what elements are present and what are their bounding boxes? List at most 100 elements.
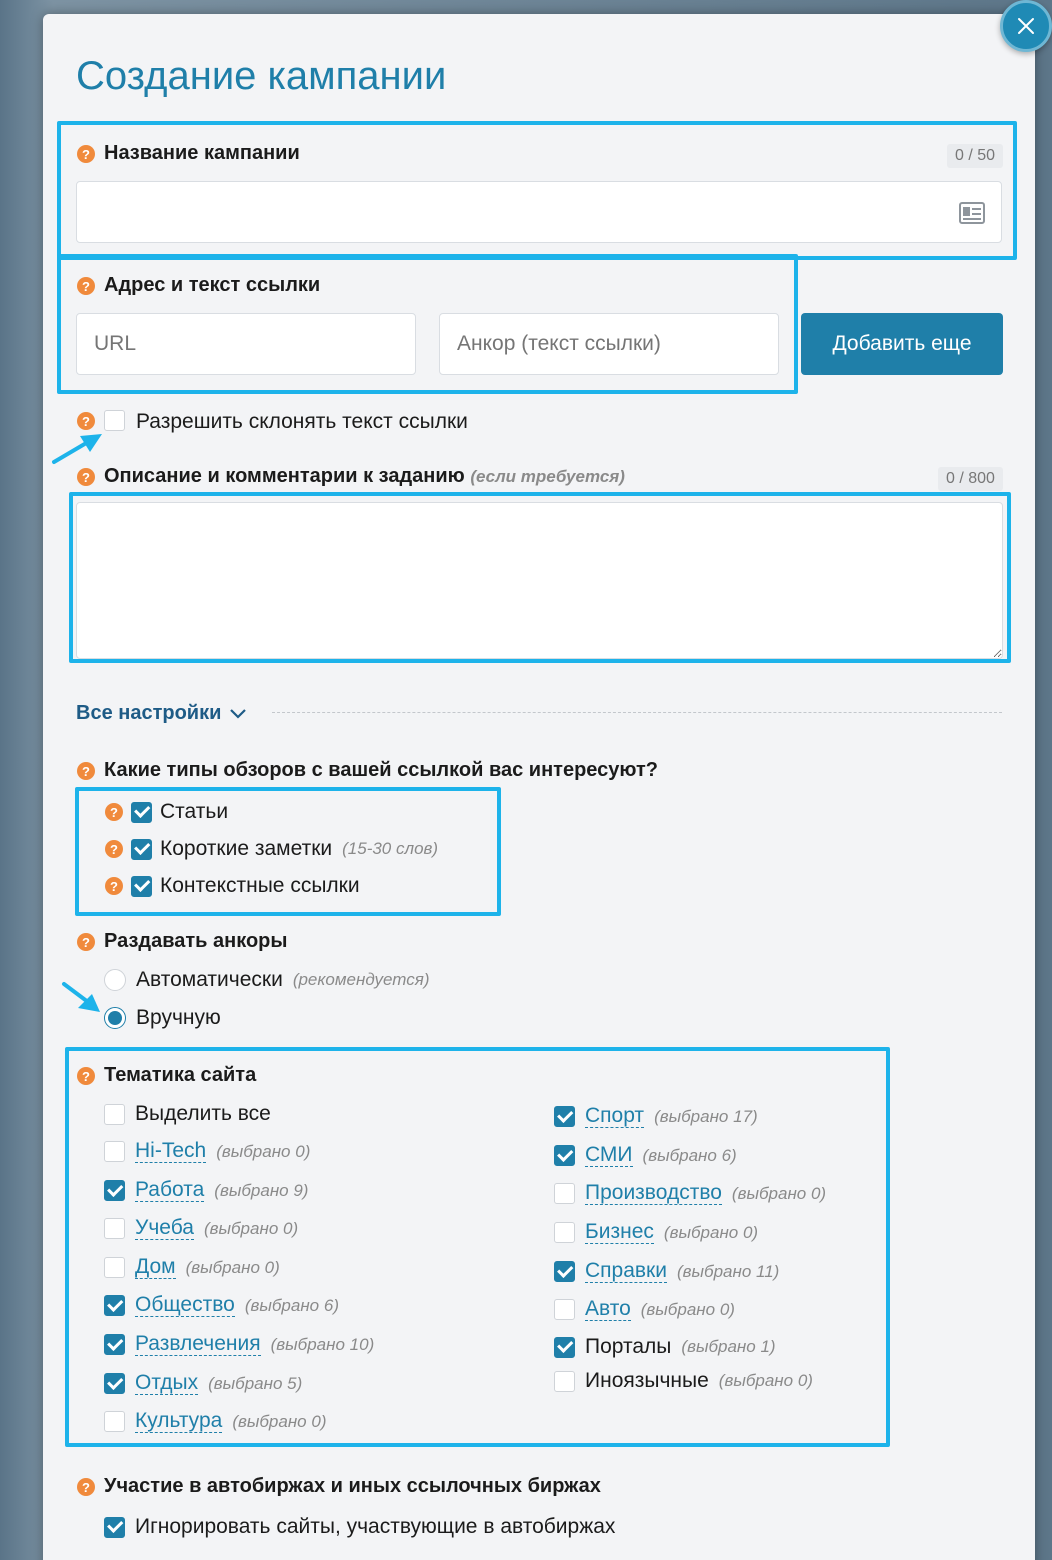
help-icon[interactable]: ? bbox=[77, 277, 95, 295]
topic-link[interactable]: Развлечения bbox=[135, 1332, 261, 1357]
help-icon[interactable]: ? bbox=[77, 412, 95, 430]
topic-checkbox[interactable] bbox=[104, 1411, 125, 1433]
anchors-label: Раздавать анкоры bbox=[104, 930, 288, 952]
topic-link[interactable]: Производство bbox=[585, 1181, 722, 1206]
topic-item[interactable]: Дом (выбрано 0) bbox=[104, 1255, 280, 1280]
topic-link[interactable]: Авто bbox=[585, 1297, 631, 1322]
description-hint: (если требуется) bbox=[470, 467, 625, 486]
campaign-name-input[interactable] bbox=[76, 181, 1002, 243]
topic-count: (выбрано 0) bbox=[731, 1183, 827, 1203]
anchor-option-auto[interactable]: Автоматически (рекомендуется) bbox=[104, 968, 430, 992]
topic-count: (выбрано 17) bbox=[654, 1106, 758, 1126]
help-icon[interactable]: ? bbox=[77, 468, 95, 486]
topic-checkbox[interactable] bbox=[104, 1373, 125, 1395]
topic-checkbox[interactable] bbox=[554, 1145, 575, 1167]
topic-count: (выбрано 11) bbox=[676, 1261, 780, 1281]
topic-link[interactable]: Культура bbox=[135, 1409, 223, 1434]
close-icon bbox=[1018, 18, 1034, 34]
topic-item[interactable]: Общество (выбрано 6) bbox=[104, 1293, 339, 1318]
anchor-option-note: (рекомендуется) bbox=[292, 970, 430, 989]
topic-count: (выбрано 0) bbox=[185, 1257, 280, 1277]
help-icon[interactable]: ? bbox=[77, 1067, 95, 1085]
url-input[interactable] bbox=[76, 313, 416, 375]
description-textarea[interactable] bbox=[76, 502, 1003, 659]
review-type-checkbox[interactable] bbox=[131, 875, 152, 897]
topic-link[interactable]: Справки bbox=[585, 1259, 667, 1284]
topic-checkbox[interactable] bbox=[554, 1299, 575, 1321]
topic-checkbox[interactable] bbox=[104, 1257, 125, 1279]
topic-link[interactable]: Бизнес bbox=[585, 1220, 654, 1245]
anchor-radio[interactable] bbox=[104, 1007, 126, 1029]
review-type-note: (15-30 слов) bbox=[342, 839, 439, 858]
topic-label: Порталы bbox=[585, 1335, 672, 1358]
topic-count: (выбрано 6) bbox=[642, 1145, 737, 1165]
topic-checkbox[interactable] bbox=[554, 1106, 575, 1128]
topic-item[interactable]: СМИ (выбрано 6) bbox=[554, 1143, 737, 1168]
topic-checkbox[interactable] bbox=[104, 1141, 125, 1163]
divider bbox=[272, 712, 1002, 713]
topic-item[interactable]: Культура (выбрано 0) bbox=[104, 1409, 326, 1434]
review-type-label: Статьи bbox=[160, 800, 229, 823]
topic-link[interactable]: Отдых bbox=[135, 1371, 199, 1396]
topic-checkbox[interactable] bbox=[554, 1261, 575, 1283]
topic-item[interactable]: Учеба (выбрано 0) bbox=[104, 1216, 298, 1241]
topic-item[interactable]: Hi-Tech (выбрано 0) bbox=[104, 1139, 310, 1164]
anchor-option-manual[interactable]: Вручную bbox=[104, 1006, 221, 1030]
topic-item[interactable]: Справки (выбрано 11) bbox=[554, 1259, 780, 1284]
chevron-down-icon bbox=[230, 708, 247, 719]
review-type-checkbox[interactable] bbox=[131, 838, 152, 860]
all-settings-label: Все настройки bbox=[76, 702, 222, 724]
close-button[interactable] bbox=[1000, 0, 1052, 52]
topic-checkbox[interactable] bbox=[554, 1222, 575, 1244]
select-all-label: Выделить все bbox=[135, 1102, 271, 1125]
topic-item[interactable]: Производство (выбрано 0) bbox=[554, 1181, 827, 1206]
topic-item[interactable]: Иноязычные (выбрано 0) bbox=[554, 1369, 813, 1393]
ignore-exchanges-checkbox[interactable] bbox=[104, 1516, 125, 1538]
help-icon[interactable]: ? bbox=[105, 803, 123, 821]
help-icon[interactable]: ? bbox=[77, 145, 95, 163]
ignore-exchanges-item[interactable]: Игнорировать сайты, участвующие в автоби… bbox=[104, 1515, 615, 1539]
anchor-radio[interactable] bbox=[104, 969, 126, 991]
topic-checkbox[interactable] bbox=[104, 1218, 125, 1240]
help-icon[interactable]: ? bbox=[77, 933, 95, 951]
topic-checkbox[interactable] bbox=[104, 1295, 125, 1317]
topic-link[interactable]: Дом bbox=[135, 1255, 176, 1280]
help-icon[interactable]: ? bbox=[105, 877, 123, 895]
topic-item[interactable]: Порталы (выбрано 1) bbox=[554, 1335, 776, 1359]
topic-label: Иноязычные bbox=[585, 1369, 709, 1392]
topic-link[interactable]: Работа bbox=[135, 1178, 205, 1203]
topic-item[interactable]: Работа (выбрано 9) bbox=[104, 1178, 308, 1203]
review-type-item[interactable]: ? Статьи bbox=[105, 800, 228, 824]
description-counter: 0 / 800 bbox=[938, 467, 1003, 491]
topic-item[interactable]: Спорт (выбрано 17) bbox=[554, 1104, 758, 1129]
help-icon[interactable]: ? bbox=[77, 1478, 95, 1496]
add-more-button[interactable]: Добавить еще bbox=[801, 313, 1003, 375]
anchor-input[interactable] bbox=[439, 313, 779, 375]
select-all-checkbox[interactable] bbox=[104, 1103, 125, 1125]
ignore-exchanges-label: Игнорировать сайты, участвующие в автоби… bbox=[135, 1515, 616, 1538]
review-type-checkbox[interactable] bbox=[131, 801, 152, 823]
select-all-item[interactable]: Выделить все bbox=[104, 1102, 271, 1126]
help-icon[interactable]: ? bbox=[77, 762, 95, 780]
topic-item[interactable]: Авто (выбрано 0) bbox=[554, 1297, 735, 1322]
topic-checkbox[interactable] bbox=[554, 1183, 575, 1205]
topic-item[interactable]: Бизнес (выбрано 0) bbox=[554, 1220, 758, 1245]
campaign-name-counter: 0 / 50 bbox=[947, 144, 1004, 168]
review-type-item[interactable]: ? Короткие заметки (15-30 слов) bbox=[105, 837, 438, 861]
all-settings-toggle[interactable]: Все настройки bbox=[76, 702, 247, 725]
decline-checkbox[interactable] bbox=[104, 410, 125, 431]
topic-item[interactable]: Отдых (выбрано 5) bbox=[104, 1371, 302, 1396]
help-icon[interactable]: ? bbox=[105, 840, 123, 858]
topic-item[interactable]: Развлечения (выбрано 10) bbox=[104, 1332, 375, 1357]
review-type-item[interactable]: ? Контекстные ссылки bbox=[105, 874, 360, 898]
topic-checkbox[interactable] bbox=[554, 1370, 575, 1392]
topic-link[interactable]: Hi-Tech bbox=[135, 1139, 207, 1164]
topic-link[interactable]: Общество bbox=[135, 1293, 235, 1318]
topic-link[interactable]: Спорт bbox=[585, 1104, 645, 1129]
topic-link[interactable]: СМИ bbox=[585, 1143, 633, 1168]
topic-checkbox[interactable] bbox=[104, 1334, 125, 1356]
topic-link[interactable]: Учеба bbox=[135, 1216, 194, 1241]
topic-count: (выбрано 10) bbox=[270, 1334, 375, 1354]
topic-checkbox[interactable] bbox=[104, 1180, 125, 1202]
topic-checkbox[interactable] bbox=[554, 1336, 575, 1358]
